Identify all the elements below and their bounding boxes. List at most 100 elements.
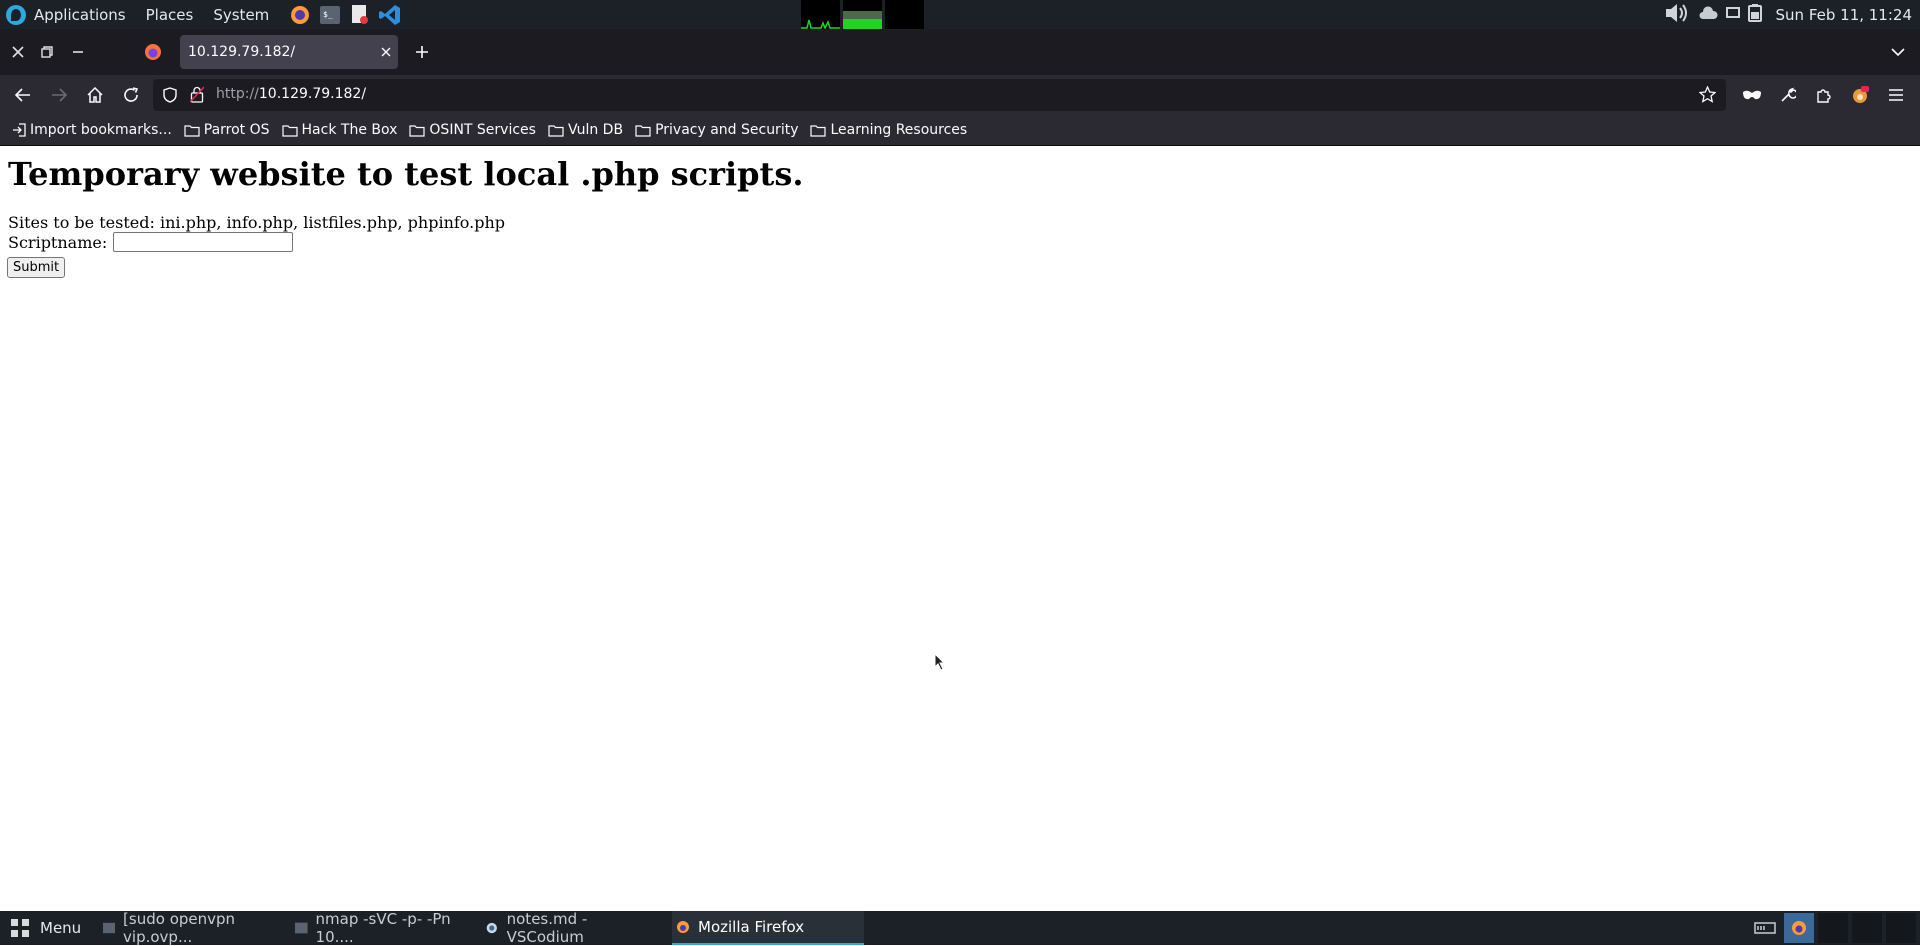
- bookmark-folder-vuln-db[interactable]: Vuln DB: [548, 122, 623, 138]
- pinned-tab-firefox[interactable]: [140, 39, 166, 65]
- system-clock[interactable]: Sun Feb 11, 11:24: [1776, 6, 1912, 24]
- back-arrow-icon: [15, 88, 30, 102]
- bookmark-label: Hack The Box: [301, 122, 398, 138]
- bookmarks-toolbar: Import bookmarks... Parrot OS Hack The B…: [0, 115, 1920, 146]
- taskbar-item-label: nmap -sVC -p- -Pn 10....: [315, 910, 451, 946]
- folder-icon: [281, 124, 298, 137]
- bookmark-folder-privacy-and-security[interactable]: Privacy and Security: [635, 122, 798, 138]
- taskbar-item-label: [sudo openvpn vip.ovp...: [123, 910, 236, 946]
- battery-icon[interactable]: [1747, 3, 1762, 26]
- firefox-icon: [145, 44, 161, 60]
- workspace-4-icon[interactable]: [1886, 913, 1916, 943]
- bookmark-folder-osint-services[interactable]: OSINT Services: [409, 122, 536, 138]
- folder-icon: [635, 124, 651, 137]
- cloud-icon[interactable]: [1698, 5, 1718, 24]
- firefox-launcher-icon[interactable]: [289, 4, 311, 26]
- fox-avatar-icon: [1853, 86, 1869, 103]
- firefox-icon: [677, 921, 689, 933]
- extensions-button[interactable]: [1812, 83, 1836, 107]
- home-button[interactable]: [83, 83, 107, 107]
- tab-close-icon[interactable]: [374, 40, 398, 64]
- taskbar-menu-button[interactable]: Menu: [10, 911, 81, 945]
- new-tab-button[interactable]: [410, 40, 434, 64]
- tab-title: 10.129.79.182/: [188, 44, 296, 60]
- browser-tab-strip: 10.129.79.182/: [0, 29, 1920, 75]
- workspace-2-icon[interactable]: [1818, 913, 1848, 943]
- folder-icon: [810, 124, 827, 137]
- vscodium-launcher-icon[interactable]: [379, 4, 401, 26]
- terminal-icon: [103, 922, 116, 934]
- parrot-logo-icon[interactable]: [6, 4, 26, 25]
- tools-button[interactable]: [1776, 83, 1800, 107]
- wrench-icon: [1781, 87, 1796, 102]
- workspace-1-firefox-icon[interactable]: [1784, 913, 1814, 943]
- reload-button[interactable]: [119, 83, 143, 107]
- vscodium-icon: [486, 922, 497, 934]
- url-protocol: http://: [216, 86, 259, 102]
- bottom-taskbar: Menu [sudo openvpn vip.ovp... nmap -sVC …: [0, 910, 1920, 946]
- applications-menu[interactable]: Applications: [34, 6, 126, 24]
- system-menu[interactable]: System: [213, 6, 269, 24]
- account-button[interactable]: [1848, 83, 1872, 107]
- folder-icon: [409, 124, 426, 137]
- bookmark-import[interactable]: Import bookmarks...: [12, 122, 172, 138]
- taskbar-item-vscodium[interactable]: notes.md - VSCodium: [485, 910, 665, 946]
- memory-graph: [843, 0, 882, 29]
- back-button[interactable]: [11, 83, 35, 107]
- web-page-content: Temporary website to test local .php scr…: [0, 146, 1920, 911]
- window-restore-icon[interactable]: [37, 42, 57, 62]
- bookmark-label: Parrot OS: [203, 122, 270, 138]
- forward-arrow-icon: [52, 88, 67, 102]
- bookmark-label: Import bookmarks...: [30, 122, 172, 138]
- bookmark-label: Vuln DB: [567, 122, 624, 138]
- puzzle-icon: [1817, 89, 1831, 103]
- network-graph: [885, 0, 924, 29]
- terminal-icon: [295, 922, 308, 934]
- mask-icon: [1743, 90, 1761, 100]
- taskbar-item-label: notes.md - VSCodium: [506, 910, 588, 946]
- active-tab[interactable]: 10.129.79.182/: [180, 35, 398, 69]
- network-manager-icon[interactable]: [1750, 913, 1780, 943]
- url-bar[interactable]: http://10.129.79.182/: [153, 79, 1726, 111]
- scriptname-input[interactable]: [113, 232, 294, 252]
- bookmark-star-icon[interactable]: [1698, 85, 1717, 107]
- submit-button[interactable]: Submit: [7, 257, 66, 278]
- insecure-lock-icon[interactable]: [189, 86, 205, 107]
- places-menu[interactable]: Places: [146, 6, 194, 24]
- cpu-graph: [801, 0, 840, 29]
- volume-icon[interactable]: [1664, 2, 1690, 28]
- private-browsing-button[interactable]: [1740, 83, 1764, 107]
- display-icon[interactable]: [1725, 6, 1740, 24]
- system-menus: Applications Places System $_: [6, 0, 409, 29]
- plus-icon: [416, 46, 428, 58]
- window-minimize-icon[interactable]: [68, 42, 88, 62]
- window-close-icon[interactable]: [8, 42, 28, 62]
- page-title: Temporary website to test local .php scr…: [8, 155, 804, 193]
- app-menu-button[interactable]: [1884, 83, 1908, 107]
- taskbar-item-nmap[interactable]: nmap -sVC -p- -Pn 10....: [295, 910, 475, 946]
- home-icon: [87, 87, 103, 103]
- taskbar-item-openvpn[interactable]: [sudo openvpn vip.ovp...: [103, 910, 283, 946]
- scriptname-row: Scriptname:: [8, 232, 294, 252]
- bookmark-folder-hack-the-box[interactable]: Hack The Box: [281, 122, 398, 138]
- bookmark-folder-learning-resources[interactable]: Learning Resources: [810, 122, 967, 138]
- bookmark-folder-parrot-os[interactable]: Parrot OS: [184, 122, 270, 138]
- system-tray: Sun Feb 11, 11:24: [1664, 0, 1912, 29]
- tab-list-button[interactable]: [1888, 42, 1908, 62]
- url-host: 10.129.79.182/: [258, 86, 367, 102]
- forward-button[interactable]: [47, 83, 71, 107]
- reload-icon: [124, 87, 139, 102]
- system-top-panel: Applications Places System $_ Sun Feb 11…: [0, 0, 1920, 29]
- folder-icon: [184, 124, 200, 137]
- taskbar-menu-label: Menu: [40, 919, 82, 937]
- terminal-launcher-icon[interactable]: $_: [319, 4, 341, 26]
- system-monitor-graphs[interactable]: [801, 0, 924, 29]
- folder-icon: [548, 124, 564, 137]
- text-editor-launcher-icon[interactable]: [349, 4, 371, 26]
- navigation-toolbar: http://10.129.79.182/: [0, 75, 1920, 115]
- bookmark-label: Learning Resources: [830, 122, 968, 138]
- tracking-protection-shield-icon[interactable]: [163, 87, 177, 107]
- workspace-3-icon[interactable]: [1852, 913, 1882, 943]
- taskbar-item-firefox[interactable]: Mozilla Firefox: [672, 911, 864, 945]
- taskbar-item-label: Mozilla Firefox: [698, 918, 805, 936]
